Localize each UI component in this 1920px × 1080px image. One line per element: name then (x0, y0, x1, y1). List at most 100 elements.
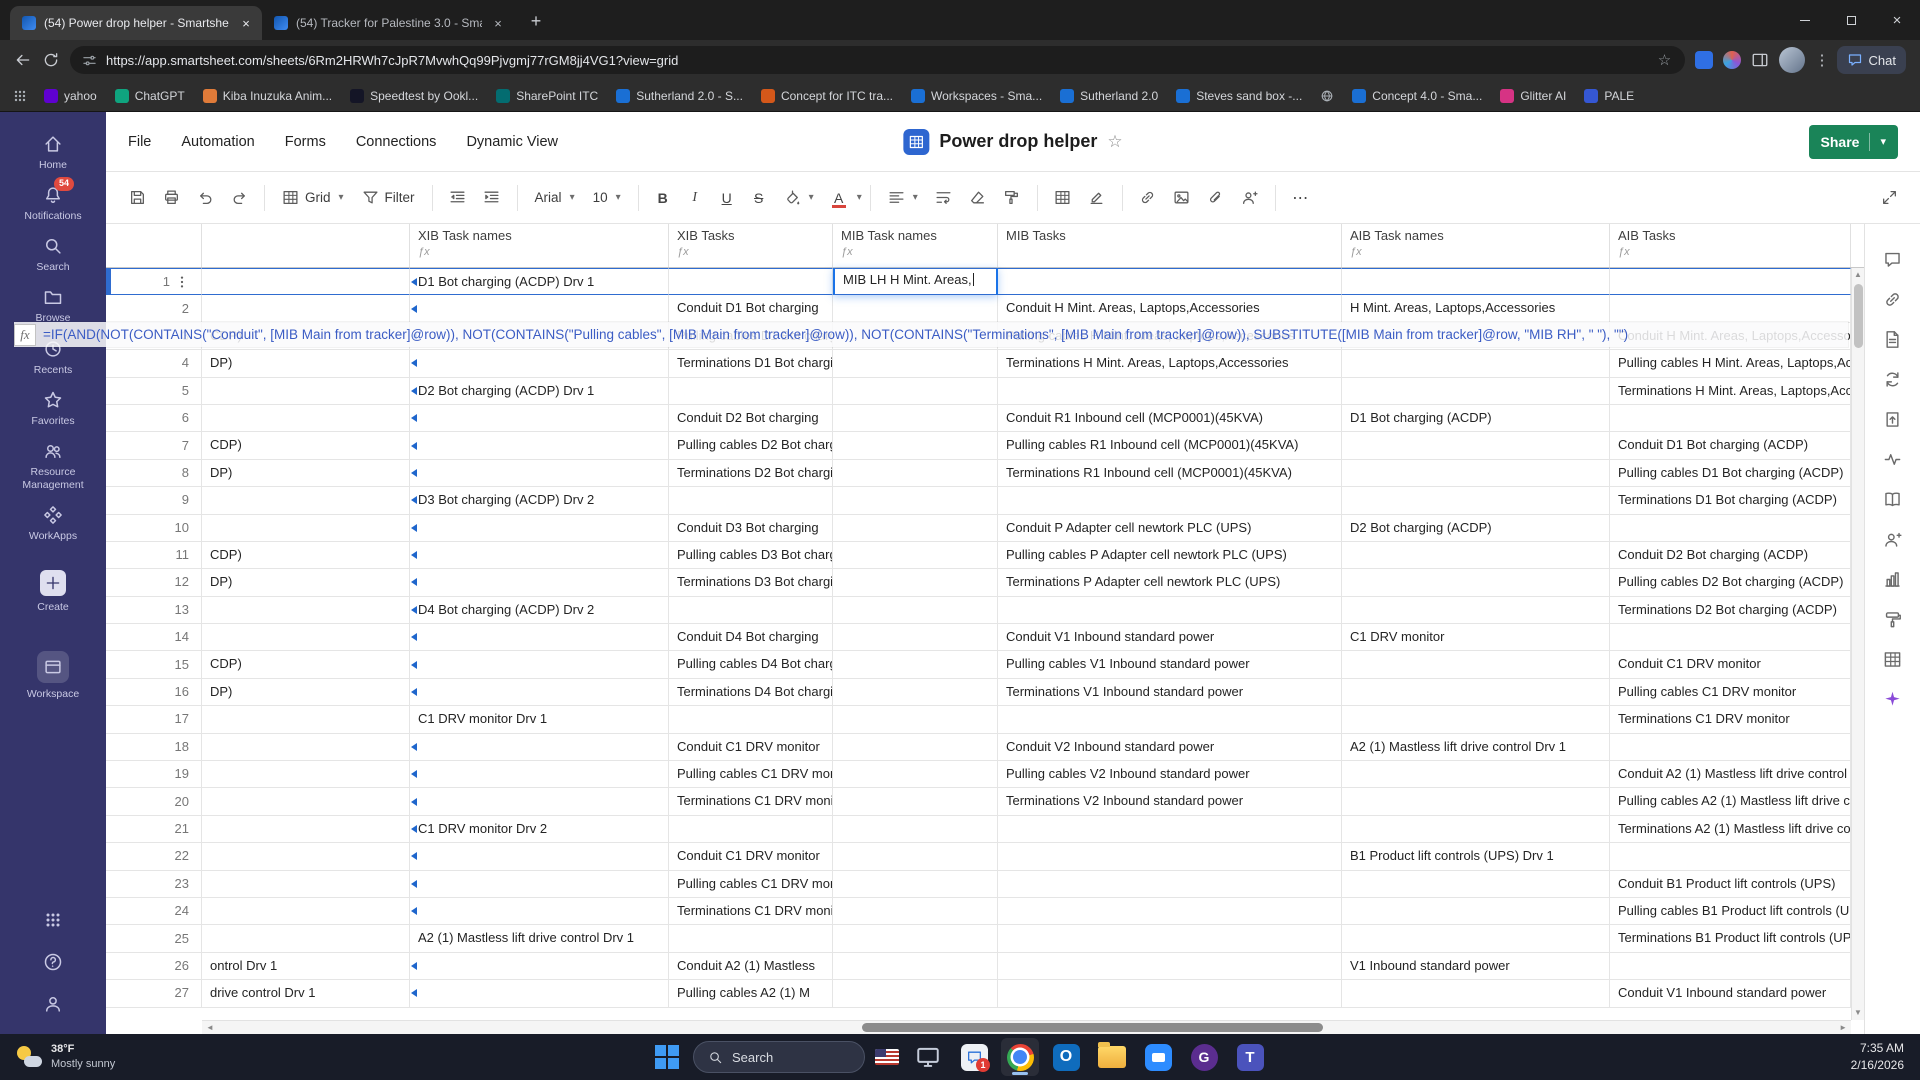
account-icon[interactable] (43, 994, 63, 1014)
cell-r15-xib_task[interactable]: Pulling cables D4 Bot charging (669, 651, 833, 679)
cell-r13-xib_name[interactable]: D4 Bot charging (ACDP) Drv 2 (410, 596, 669, 625)
cell-r18-rownum[interactable]: 18 (106, 733, 202, 762)
cell-r17-xib_name[interactable]: C1 DRV monitor Drv 1 (410, 706, 669, 734)
site-settings-icon[interactable] (82, 53, 97, 68)
cell-r2-xib_task[interactable]: Conduit D1 Bot charging (669, 295, 833, 323)
cell-r12-partial[interactable]: DP) (202, 569, 410, 597)
cell-r8-mib_name[interactable] (833, 459, 998, 488)
cell-r25-xib_task[interactable] (669, 925, 833, 953)
cell-r20-partial[interactable] (202, 788, 410, 816)
cell-r2-partial[interactable] (202, 295, 410, 323)
bookmark-item[interactable]: PALE (1576, 86, 1642, 106)
column-header-rownum[interactable] (106, 224, 202, 267)
cell-r4-aib_name[interactable] (1342, 350, 1610, 378)
file-explorer-icon[interactable] (1093, 1038, 1131, 1076)
cell-r23-xib_task[interactable]: Pulling cables C1 DRV monitor (669, 870, 833, 898)
format-painter-button[interactable] (998, 184, 1026, 212)
cell-r27-aib_task[interactable]: Conduit V1 Inbound standard power (1610, 980, 1851, 1008)
cell-r23-partial[interactable] (202, 870, 410, 898)
cell-r10-aib_name[interactable]: D2 Bot charging (ACDP) (1342, 514, 1610, 542)
indent-button[interactable] (478, 184, 506, 212)
strikethrough-button[interactable]: S (746, 184, 772, 212)
column-header-partial[interactable] (202, 224, 410, 267)
taskbar-clock[interactable]: 7:35 AM 2/16/2026 (1851, 1040, 1904, 1074)
cell-r1-rownum[interactable]: 1 (106, 268, 202, 296)
cell-r14-rownum[interactable]: 14 (106, 624, 202, 652)
teams-icon[interactable]: T (1231, 1038, 1269, 1076)
taskbar-weather-widget[interactable]: 38°F Mostly sunny (8, 1034, 123, 1080)
cell-r14-aib_task[interactable] (1610, 624, 1851, 652)
cell-r1-aib_task[interactable] (1610, 268, 1851, 296)
cell-r18-xib_name[interactable] (410, 733, 669, 762)
cell-r11-aib_name[interactable] (1342, 541, 1610, 570)
cell-r21-partial[interactable] (202, 815, 410, 844)
clear-format-button[interactable] (964, 184, 992, 212)
cell-r22-xib_task[interactable]: Conduit C1 DRV monitor (669, 843, 833, 871)
cell-r5-xib_name[interactable]: D2 Bot charging (ACDP) Drv 1 (410, 377, 669, 405)
column-header-xib_name[interactable]: XIB Task names ƒx (410, 224, 669, 267)
column-header-mib_name[interactable]: MIB Task names ƒx (833, 224, 998, 267)
cell-r6-xib_task[interactable]: Conduit D2 Bot charging (669, 404, 833, 433)
cell-r7-aib_task[interactable]: Conduit D1 Bot charging (ACDP) (1610, 432, 1851, 460)
cell-r26-xib_name[interactable] (410, 952, 669, 981)
cell-r5-rownum[interactable]: 5 (106, 377, 202, 405)
sheet-summary-icon[interactable] (1883, 490, 1902, 509)
cell-r16-mib_task[interactable]: Terminations V1 Inbound standard power (998, 678, 1342, 707)
cell-r14-aib_name[interactable]: C1 DRV monitor (1342, 624, 1610, 652)
redo-button[interactable] (225, 184, 253, 212)
browser-menu-icon[interactable]: ⋮ (1815, 51, 1830, 69)
cell-r25-rownum[interactable]: 25 (106, 925, 202, 953)
cell-r10-rownum[interactable]: 10 (106, 514, 202, 542)
cell-r21-mib_name[interactable] (833, 815, 998, 844)
sidebar-item-notifications[interactable]: 54 Notifications (0, 177, 106, 223)
cell-r19-aib_name[interactable] (1342, 761, 1610, 789)
cell-r26-mib_task[interactable] (998, 952, 1342, 981)
cell-r22-rownum[interactable]: 22 (106, 843, 202, 871)
cell-r22-aib_task[interactable] (1610, 843, 1851, 871)
cell-r21-aib_task[interactable]: Terminations A2 (1) Mastless lift drive … (1610, 815, 1851, 844)
vertical-scrollbar[interactable]: ▲ ▼ (1851, 268, 1864, 1020)
cell-r15-aib_task[interactable]: Conduit C1 DRV monitor (1610, 651, 1851, 679)
cell-r9-xib_name[interactable]: D3 Bot charging (ACDP) Drv 2 (410, 487, 669, 515)
font-selector[interactable]: Arial ▾ (529, 184, 581, 212)
cell-r5-aib_name[interactable] (1342, 377, 1610, 405)
cell-r12-aib_task[interactable]: Pulling cables D2 Bot charging (ACDP) (1610, 569, 1851, 597)
cell-r19-mib_task[interactable]: Pulling cables V2 Inbound standard power (998, 761, 1342, 789)
cell-r11-partial[interactable]: CDP) (202, 541, 410, 570)
cell-r17-xib_task[interactable] (669, 706, 833, 734)
cell-r12-mib_name[interactable] (833, 569, 998, 597)
cell-r24-aib_name[interactable] (1342, 897, 1610, 926)
link-button[interactable] (1134, 184, 1162, 212)
bookmark-item[interactable] (1312, 86, 1342, 106)
cell-r27-mib_name[interactable] (833, 980, 998, 1008)
cell-r7-mib_name[interactable] (833, 432, 998, 460)
column-header-xib_task[interactable]: XIB Tasks ƒx (669, 224, 833, 267)
tab-close-icon[interactable]: × (238, 15, 254, 31)
contacts-icon[interactable] (1883, 530, 1902, 549)
cell-r1-mib_name[interactable]: MIB LH H Mint. Areas, (833, 268, 998, 296)
cell-r18-aib_name[interactable]: A2 (1) Mastless lift drive control Drv 1 (1342, 733, 1610, 762)
profile-avatar[interactable] (1778, 47, 1805, 73)
bookmark-item[interactable]: Sutherland 2.0 (1052, 86, 1166, 106)
cell-r16-xib_task[interactable]: Terminations D4 Bot charging (669, 678, 833, 707)
browser-tab[interactable]: (54) Power drop helper - Smartshe × (10, 6, 262, 40)
cell-r15-xib_name[interactable] (410, 651, 669, 679)
cell-r27-partial[interactable]: drive control Drv 1 (202, 980, 410, 1008)
virtual-desktop-icon[interactable] (909, 1038, 947, 1076)
window-maximize-button[interactable] (1828, 0, 1874, 40)
update-requests-icon[interactable] (1883, 370, 1902, 389)
menu-automation[interactable]: Automation (181, 134, 254, 150)
cell-r23-mib_task[interactable] (998, 870, 1342, 898)
cell-r26-aib_name[interactable]: V1 Inbound standard power (1342, 952, 1610, 981)
cell-r4-rownum[interactable]: 4 (106, 350, 202, 378)
cell-r1-mib_task[interactable] (998, 268, 1342, 296)
cell-r5-partial[interactable] (202, 377, 410, 405)
cell-r17-rownum[interactable]: 17 (106, 706, 202, 734)
cell-r14-xib_task[interactable]: Conduit D4 Bot charging (669, 624, 833, 652)
cell-r26-rownum[interactable]: 26 (106, 952, 202, 981)
cell-r17-mib_task[interactable] (998, 706, 1342, 734)
cell-r16-aib_name[interactable] (1342, 678, 1610, 707)
cell-r12-xib_task[interactable]: Terminations D3 Bot charging (669, 569, 833, 597)
cell-r25-mib_task[interactable] (998, 925, 1342, 953)
cell-r20-xib_task[interactable]: Terminations C1 DRV monitor (669, 788, 833, 816)
